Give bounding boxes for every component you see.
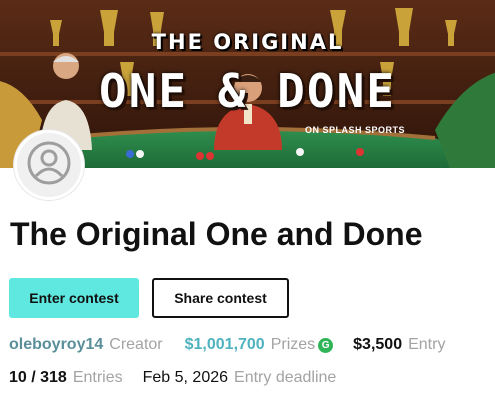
deadline-value: Feb 5, 2026 — [142, 369, 229, 386]
banner-subtitle: ON SPLASH SPORTS — [304, 125, 405, 135]
avatar — [14, 130, 84, 200]
prizes-value[interactable]: $1,001,700 — [185, 336, 265, 354]
page-title: The Original One and Done — [10, 216, 423, 252]
creator-label: Creator — [109, 336, 163, 353]
entries-count: 10 / 318 — [9, 369, 67, 386]
banner-title-main: ONE & DONE — [99, 64, 396, 118]
creator-link[interactable]: oleboyroy14 — [9, 336, 103, 354]
guaranteed-badge-icon: G — [318, 337, 334, 353]
entry-fee-label: Entry — [408, 336, 446, 353]
share-contest-button[interactable]: Share contest — [152, 278, 289, 318]
user-placeholder-icon — [27, 141, 71, 190]
prizes-label: Prizes — [270, 336, 316, 353]
deadline-label: Entry deadline — [234, 369, 337, 386]
stats-row-primary: oleboyroy14 Creator $1,001,700 Prizes G … — [9, 336, 445, 354]
entries-label: Entries — [72, 369, 123, 386]
enter-contest-button[interactable]: Enter contest — [9, 278, 139, 318]
banner-title-top: THE ORIGINAL — [151, 30, 344, 54]
entry-fee-value: $3,500 — [353, 336, 403, 353]
stats-row-secondary: 10 / 318 Entries Feb 5, 2026 Entry deadl… — [9, 369, 336, 387]
